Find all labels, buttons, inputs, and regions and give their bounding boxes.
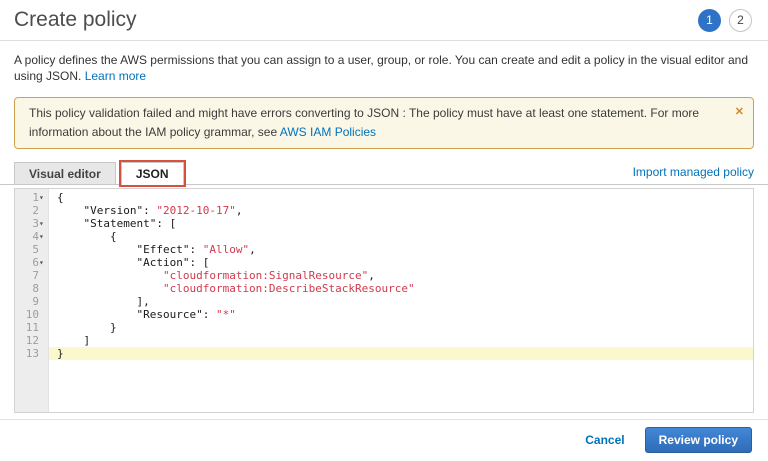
tab-bar: Visual editorJSON Import managed policy — [0, 162, 768, 185]
editor-line-3[interactable]: 3▾ "Statement": [ — [15, 217, 753, 230]
code-text: "Statement": [ — [49, 217, 753, 230]
step-indicator: 12 — [698, 9, 752, 32]
code-text: } — [49, 347, 753, 360]
step-badge-1: 1 — [698, 9, 721, 32]
tab-bar-tabs: Visual editorJSON — [14, 162, 189, 184]
import-managed-policy-link[interactable]: Import managed policy — [633, 165, 754, 181]
line-number: 4▾ — [15, 230, 49, 243]
warning-banner: This policy validation failed and might … — [14, 97, 754, 149]
code-text: "cloudformation:DescribeStackResource" — [49, 282, 753, 295]
editor-line-12[interactable]: 12 ] — [15, 334, 753, 347]
code-text: } — [49, 321, 753, 334]
fold-caret-icon[interactable]: ▾ — [39, 230, 48, 243]
editor-line-4[interactable]: 4▾ { — [15, 230, 753, 243]
page-title: Create policy — [14, 8, 137, 32]
editor-line-7[interactable]: 7 "cloudformation:SignalResource", — [15, 269, 753, 282]
code-text: "Action": [ — [49, 256, 753, 269]
code-text: { — [49, 230, 753, 243]
tab-visual-editor[interactable]: Visual editor — [14, 162, 116, 184]
editor-line-10[interactable]: 10 "Resource": "*" — [15, 308, 753, 321]
editor-lines: 1▾{2 "Version": "2012-10-17",3▾ "Stateme… — [15, 189, 753, 360]
intro-text: A policy defines the AWS permissions tha… — [0, 41, 768, 90]
json-editor[interactable]: 1▾{2 "Version": "2012-10-17",3▾ "Stateme… — [14, 188, 754, 413]
line-number: 3▾ — [15, 217, 49, 230]
tab-json[interactable]: JSON — [121, 162, 184, 185]
editor-line-6[interactable]: 6▾ "Action": [ — [15, 256, 753, 269]
editor-line-5[interactable]: 5 "Effect": "Allow", — [15, 243, 753, 256]
editor-line-1[interactable]: 1▾{ — [15, 191, 753, 204]
line-number: 7 — [15, 269, 49, 282]
editor-line-8[interactable]: 8 "cloudformation:DescribeStackResource" — [15, 282, 753, 295]
fold-caret-icon[interactable]: ▾ — [39, 191, 48, 204]
learn-more-link[interactable]: Learn more — [85, 69, 146, 83]
line-number: 5 — [15, 243, 49, 256]
fold-caret-icon[interactable]: ▾ — [39, 217, 48, 230]
review-policy-button[interactable]: Review policy — [645, 427, 752, 453]
close-icon[interactable]: ✕ — [735, 103, 744, 122]
line-number: 13 — [15, 347, 49, 360]
line-number: 11 — [15, 321, 49, 334]
editor-line-13[interactable]: 13} — [15, 347, 753, 360]
code-text: "Effect": "Allow", — [49, 243, 753, 256]
code-text: "Resource": "*" — [49, 308, 753, 321]
line-number: 9 — [15, 295, 49, 308]
line-number: 6▾ — [15, 256, 49, 269]
code-text: ] — [49, 334, 753, 347]
cancel-link[interactable]: Cancel — [585, 433, 624, 447]
footer-bar: Cancel Review policy — [0, 419, 768, 461]
page-header: Create policy 12 — [0, 0, 768, 41]
fold-caret-icon[interactable]: ▾ — [39, 256, 48, 269]
aws-iam-policies-link[interactable]: AWS IAM Policies — [280, 125, 376, 139]
line-number: 12 — [15, 334, 49, 347]
line-number: 10 — [15, 308, 49, 321]
line-number: 2 — [15, 204, 49, 217]
code-text: "cloudformation:SignalResource", — [49, 269, 753, 282]
editor-line-11[interactable]: 11 } — [15, 321, 753, 334]
step-badge-2: 2 — [729, 9, 752, 32]
code-text: "Version": "2012-10-17", — [49, 204, 753, 217]
code-text: ], — [49, 295, 753, 308]
editor-line-2[interactable]: 2 "Version": "2012-10-17", — [15, 204, 753, 217]
code-text: { — [49, 191, 753, 204]
editor-line-9[interactable]: 9 ], — [15, 295, 753, 308]
line-number: 8 — [15, 282, 49, 295]
line-number: 1▾ — [15, 191, 49, 204]
